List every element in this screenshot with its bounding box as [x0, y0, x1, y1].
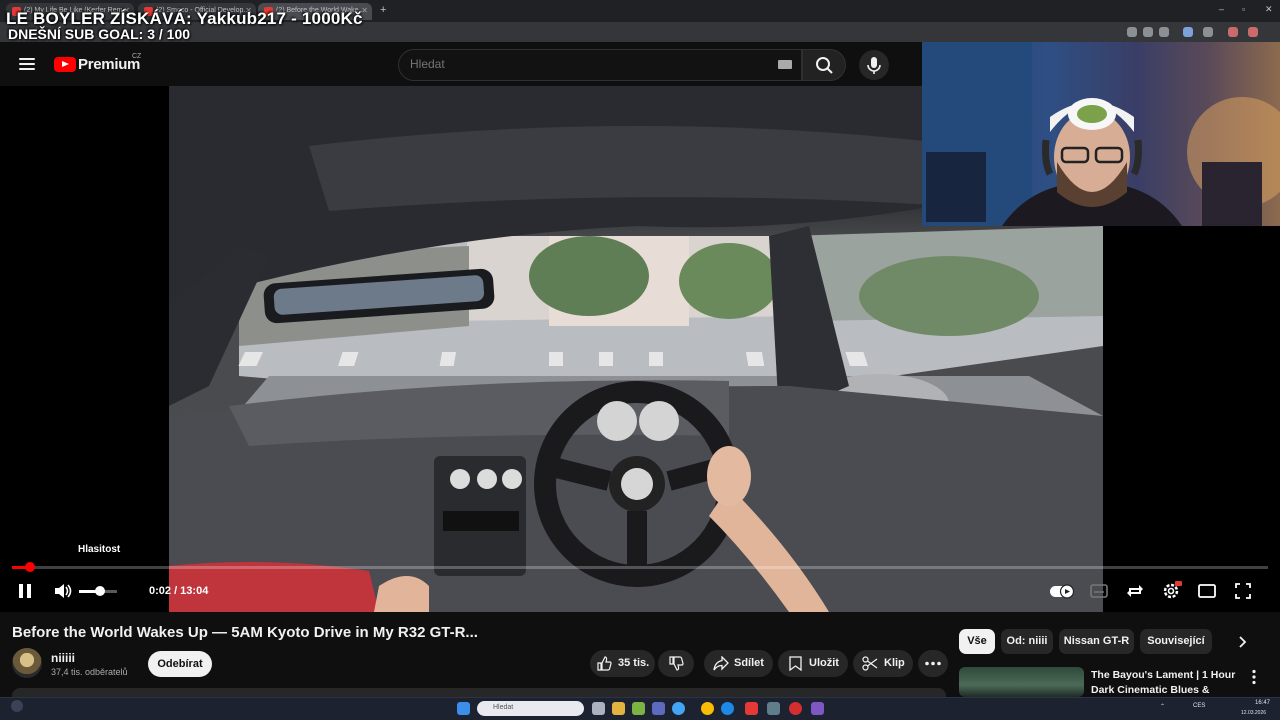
video-title: Before the World Wakes Up — 5AM Kyoto Dr… [12, 624, 478, 641]
like-count: 35 tis. [618, 657, 650, 669]
scissors-icon [862, 656, 878, 671]
settings-button[interactable] [1160, 580, 1182, 602]
channel-name[interactable]: niiiii [51, 651, 75, 665]
minimize-button[interactable]: – [1219, 4, 1224, 14]
search-input[interactable] [410, 57, 750, 71]
theater-mode-icon [1198, 584, 1216, 598]
bookmark-icon [789, 656, 802, 671]
app-icon[interactable] [745, 702, 758, 715]
taskbar-search-input[interactable]: Hledat [477, 701, 584, 716]
clip-button[interactable]: Klip [853, 650, 913, 677]
profile-avatar-icon[interactable] [1248, 27, 1258, 37]
discord-icon[interactable] [811, 702, 824, 715]
streamer-webcam-image [922, 42, 1280, 226]
pause-icon [19, 584, 31, 598]
chevron-right-icon [1239, 636, 1247, 648]
autoplay-toggle[interactable] [1048, 580, 1076, 602]
menu-hamburger-icon[interactable] [19, 58, 35, 70]
like-button[interactable]: 35 tis. [590, 650, 655, 677]
clock-time[interactable]: 16:47 [1255, 700, 1270, 706]
share-label: Sdílet [734, 657, 764, 669]
voice-search-button[interactable] [859, 50, 889, 80]
webcam-overlay [922, 42, 1280, 226]
app-icon[interactable] [632, 702, 645, 715]
related-video-menu-button[interactable] [1251, 669, 1257, 690]
windows-start-icon[interactable] [457, 702, 470, 715]
more-horizontal-icon [925, 661, 941, 666]
extensions-puzzle-icon[interactable] [1203, 27, 1213, 37]
chip-from-channel[interactable]: Od: niiii [1001, 629, 1053, 654]
more-vertical-icon [1252, 669, 1256, 685]
share-icon[interactable] [1143, 27, 1153, 37]
chip-all[interactable]: Vše [959, 629, 995, 654]
new-tab-button[interactable]: + [380, 4, 386, 16]
channel-avatar[interactable] [12, 648, 42, 678]
fullscreen-icon [1235, 583, 1251, 599]
loop-icon [1127, 585, 1143, 597]
chip-related[interactable]: Související [1140, 629, 1212, 654]
dislike-button[interactable] [658, 650, 694, 677]
fullscreen-button[interactable] [1232, 580, 1254, 602]
zoom-icon[interactable] [1127, 27, 1137, 37]
theater-mode-button[interactable] [1196, 580, 1218, 602]
share-arrow-icon [713, 656, 729, 671]
progress-bar[interactable] [12, 562, 1268, 572]
volume-icon [55, 584, 72, 598]
file-explorer-icon[interactable] [612, 702, 625, 715]
autoplay-toggle-icon [1050, 584, 1075, 599]
save-button[interactable]: Uložit [778, 650, 848, 677]
subtitles-icon [1090, 584, 1108, 598]
app-icon[interactable] [721, 702, 734, 715]
volume-slider-knob[interactable] [94, 586, 105, 596]
chip-nissan-gtr[interactable]: Nissan GT-R [1059, 629, 1134, 654]
language-indicator[interactable]: CES [1193, 703, 1205, 709]
search-button[interactable] [802, 49, 846, 81]
youtube-premium-logo-text[interactable]: Premium [78, 56, 140, 73]
search-box[interactable] [398, 49, 802, 81]
maximize-button[interactable]: ▫ [1242, 4, 1245, 14]
tray-overflow-icon[interactable]: ⌃ [1160, 703, 1165, 710]
thumbs-down-icon [669, 656, 684, 671]
time-display: 0:02 / 13:04 [149, 585, 209, 597]
bookmark-star-icon[interactable] [1159, 27, 1169, 37]
extension-icon[interactable] [1228, 27, 1238, 37]
related-video-thumbnail[interactable] [959, 667, 1084, 697]
app-icon[interactable] [789, 702, 802, 715]
keyboard-icon[interactable] [778, 60, 792, 69]
chrome-browser-icon[interactable] [701, 702, 714, 715]
loop-button[interactable] [1124, 580, 1146, 602]
task-view-icon[interactable] [592, 702, 605, 715]
close-window-button[interactable]: ✕ [1265, 4, 1273, 15]
mute-button[interactable] [52, 580, 74, 602]
progress-scrubber-knob[interactable] [24, 562, 35, 572]
gear-icon [1163, 581, 1182, 599]
subscribe-button[interactable]: Odebírat [148, 651, 212, 677]
clip-label: Klip [884, 657, 905, 669]
sub-goal-overlay-text: DNEŠNÍ SUB GOAL: 3 / 100 [8, 26, 191, 42]
more-actions-button[interactable] [918, 650, 948, 677]
steam-icon[interactable] [767, 702, 780, 715]
app-icon[interactable] [652, 702, 665, 715]
save-label: Uložit [809, 657, 839, 669]
region-code: CZ [132, 53, 142, 60]
pause-button[interactable] [14, 580, 36, 602]
notification-icon[interactable] [11, 700, 23, 712]
microphone-icon [867, 57, 881, 74]
youtube-logo-icon[interactable] [54, 57, 76, 72]
subtitles-button[interactable] [1088, 580, 1110, 602]
clock-date[interactable]: 12.03.2026 [1241, 710, 1266, 716]
volume-tooltip: Hlasitost [78, 544, 121, 555]
subscriber-count: 37,4 tis. odběratelů [51, 667, 128, 677]
share-button[interactable]: Sdílet [704, 650, 773, 677]
search-icon [816, 57, 833, 74]
chips-next-button[interactable] [1236, 634, 1250, 655]
extension-icon[interactable] [1183, 27, 1193, 37]
thumbs-up-icon [597, 656, 612, 671]
edge-browser-icon[interactable] [672, 702, 685, 715]
